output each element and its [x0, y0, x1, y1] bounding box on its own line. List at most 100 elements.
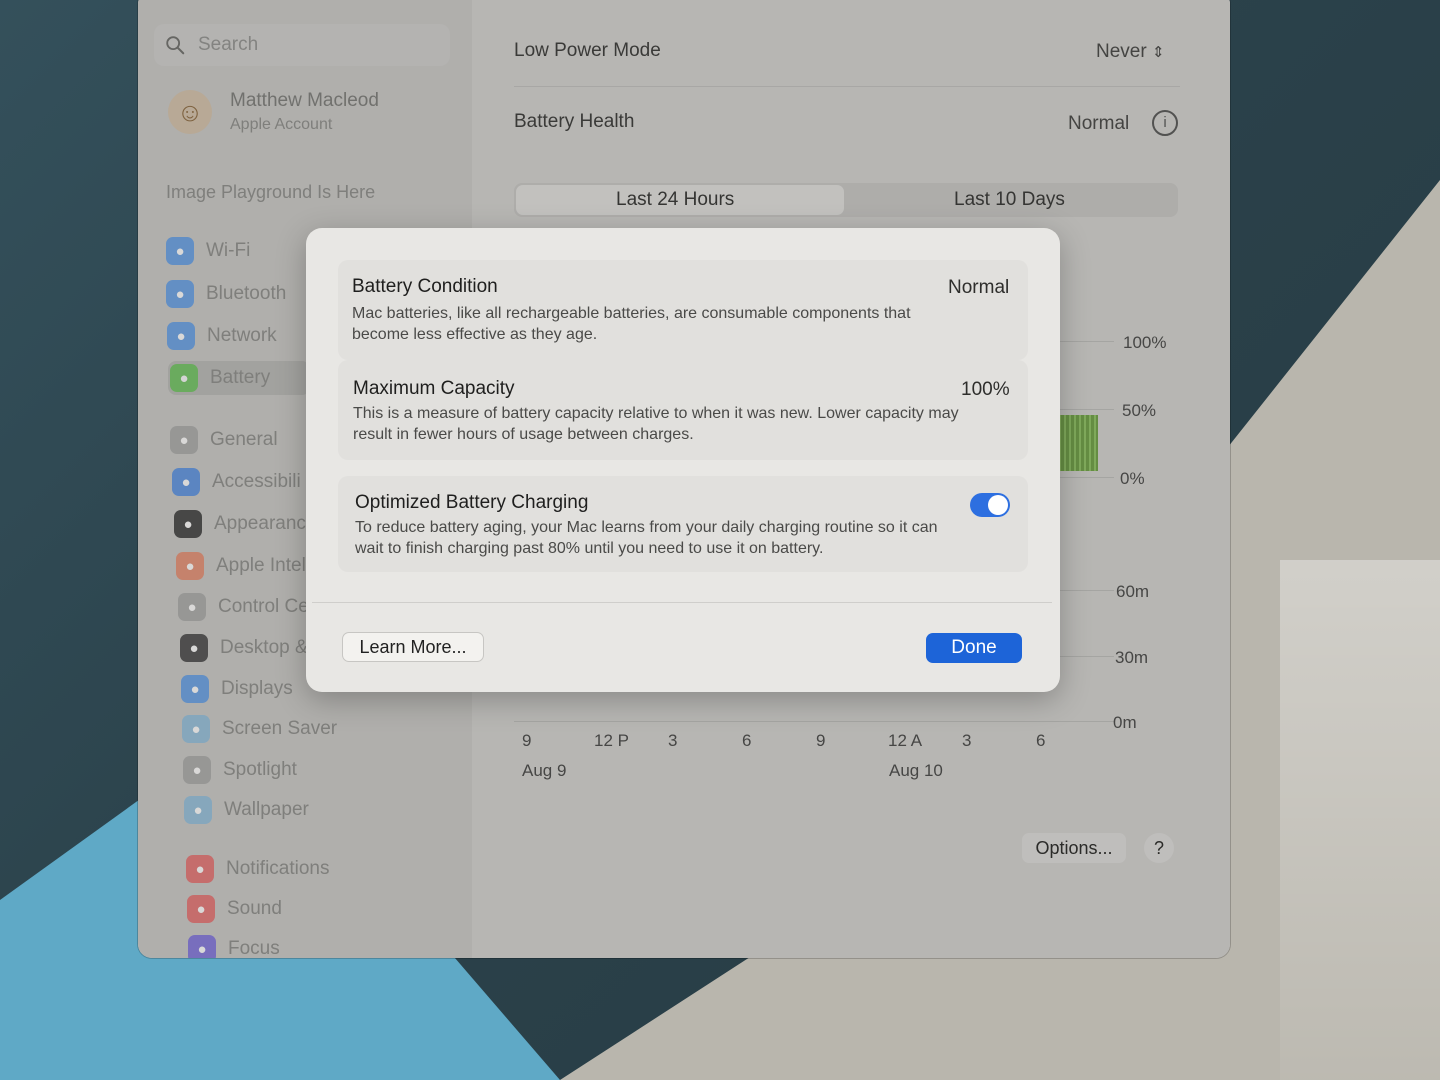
sidebar-item-control-ce[interactable]: ● Control Ce [178, 590, 309, 624]
toggle-knob [988, 495, 1008, 515]
sidebar-item-sound[interactable]: ● Sound [187, 892, 282, 926]
gear-icon: ● [170, 426, 198, 454]
sidebar-item-label: Battery [210, 367, 271, 388]
sidebar-item-notifications[interactable]: ● Notifications [186, 852, 330, 886]
gridline [514, 721, 1114, 722]
sidebar-item-wi-fi[interactable]: ● Wi-Fi [166, 234, 250, 268]
date-label: Aug 10 [889, 761, 943, 780]
battery-condition-card: Battery Condition Normal Mac batteries, … [338, 260, 1028, 360]
sidebar-item-accessibili[interactable]: ● Accessibili [172, 465, 301, 499]
globe-icon: ● [167, 322, 195, 350]
promo-banner[interactable]: Image Playground Is Here [166, 182, 375, 203]
time-tick-label: 6 [1036, 731, 1046, 750]
level-axis-label: 0% [1120, 469, 1145, 488]
account-name: Matthew Macleod [230, 90, 379, 111]
maximum-capacity-card: Maximum Capacity 100% This is a measure … [338, 360, 1028, 460]
search-field[interactable] [154, 24, 450, 66]
battery-condition-title: Battery Condition [352, 276, 498, 297]
wallpaper-icon: ● [184, 796, 212, 824]
apple-account[interactable]: ☺ Matthew Macleod Apple Account [168, 90, 379, 134]
battery-level-bar [1056, 415, 1098, 471]
time-tick-label: 3 [668, 731, 678, 750]
sidebar-item-bluetooth[interactable]: ● Bluetooth [166, 277, 286, 311]
usage-axis-label: 60m [1116, 582, 1150, 601]
date-label: Aug 9 [522, 761, 567, 780]
battery-health-label: Battery Health [514, 111, 635, 132]
sidebar-item-label: Notifications [226, 858, 330, 879]
sidebar-item-label: Apple Intel [216, 555, 306, 576]
account-subtitle: Apple Account [230, 116, 333, 133]
sidebar-item-desktop[interactable]: ● Desktop & [180, 631, 308, 665]
sidebar-item-battery[interactable]: ● Battery [168, 361, 310, 395]
desktop-dock-icon: ● [180, 634, 208, 662]
level-axis-label: 50% [1122, 401, 1157, 420]
sidebar-item-label: Appearanc [214, 513, 306, 534]
sidebar-item-apple-intel[interactable]: ● Apple Intel [176, 549, 306, 583]
control-center-icon: ● [178, 593, 206, 621]
maximum-capacity-title: Maximum Capacity [353, 378, 515, 399]
low-power-mode-value[interactable]: Never ⇕ [1096, 41, 1165, 63]
sidebar-item-label: General [210, 429, 278, 450]
low-power-mode-label: Low Power Mode [514, 40, 661, 61]
battery-condition-description: Mac batteries, like all rechargeable bat… [352, 305, 911, 343]
notifications-icon: ● [186, 855, 214, 883]
sidebar-item-screen-saver[interactable]: ● Screen Saver [182, 712, 337, 746]
optimized-charging-description: To reduce battery aging, your Mac learns… [355, 519, 938, 557]
light-reflection [1280, 560, 1440, 1080]
sidebar-item-label: Wi-Fi [206, 240, 251, 261]
maximum-capacity-value: 100% [961, 379, 1010, 400]
focus-icon: ● [188, 935, 216, 958]
optimized-charging-card: Optimized Battery Charging To reduce bat… [338, 476, 1028, 572]
sidebar-item-label: Wallpaper [224, 799, 309, 820]
sidebar-item-label: Screen Saver [222, 718, 338, 739]
done-button[interactable]: Done [926, 633, 1022, 663]
apple-intelligence-icon: ● [176, 552, 204, 580]
sidebar-item-label: Sound [227, 898, 282, 919]
sidebar-item-label: Control Ce [218, 596, 309, 617]
chevron-up-down-icon: ⇕ [1151, 44, 1165, 61]
sidebar-item-label: Focus [228, 938, 280, 958]
accessibility-icon: ● [172, 468, 200, 496]
info-icon[interactable]: i [1152, 110, 1178, 136]
sidebar-item-general[interactable]: ● General [170, 423, 278, 457]
battery-icon: ● [170, 364, 198, 392]
wifi-icon: ● [166, 237, 194, 265]
battery-condition-value: Normal [948, 277, 1010, 298]
sidebar-item-label: Accessibili [212, 471, 301, 492]
optimized-charging-title: Optimized Battery Charging [355, 492, 589, 513]
sidebar-item-label: Displays [221, 678, 293, 699]
sidebar-item-network[interactable]: ● Network [167, 319, 277, 353]
sidebar-item-label: Bluetooth [206, 283, 287, 304]
tab-last-24-hours[interactable]: Last 24 Hours [616, 189, 734, 211]
sound-icon: ● [187, 895, 215, 923]
sidebar-item-appearanc[interactable]: ● Appearanc [174, 507, 306, 541]
divider [514, 86, 1180, 87]
optimized-charging-toggle[interactable] [970, 493, 1010, 517]
sidebar-item-wallpaper[interactable]: ● Wallpaper [184, 793, 309, 827]
usage-axis-label: 30m [1115, 648, 1149, 667]
sidebar-item-displays[interactable]: ● Displays [181, 672, 293, 706]
learn-more-button[interactable]: Learn More... [342, 632, 484, 662]
maximum-capacity-description: This is a measure of battery capacity re… [353, 405, 959, 443]
screen-saver-icon: ● [182, 715, 210, 743]
time-tick-label: 12 P [594, 731, 629, 750]
divider [312, 602, 1052, 603]
battery-health-value: Normal [1068, 113, 1130, 134]
time-tick-label: 12 A [888, 731, 923, 750]
search-input[interactable] [196, 33, 440, 57]
avatar: ☺ [168, 90, 212, 134]
level-axis-label: 100% [1123, 333, 1167, 352]
battery-health-sheet: Battery Condition Normal Mac batteries, … [306, 228, 1060, 692]
options-button[interactable]: Options... [1022, 833, 1126, 863]
sidebar-item-label: Desktop & [220, 637, 308, 658]
sidebar-item-focus[interactable]: ● Focus [188, 932, 280, 958]
time-range-segmented-control[interactable]: Last 24 Hours Last 10 Days [514, 183, 1178, 217]
tab-last-10-days[interactable]: Last 10 Days [954, 189, 1065, 211]
time-tick-label: 9 [522, 731, 532, 750]
help-button[interactable]: ? [1144, 833, 1174, 863]
sidebar-item-label: Network [207, 325, 277, 346]
sidebar-item-spotlight[interactable]: ● Spotlight [183, 753, 297, 787]
bluetooth-icon: ● [166, 280, 194, 308]
time-tick-label: 6 [742, 731, 752, 750]
time-tick-label: 9 [816, 731, 826, 750]
